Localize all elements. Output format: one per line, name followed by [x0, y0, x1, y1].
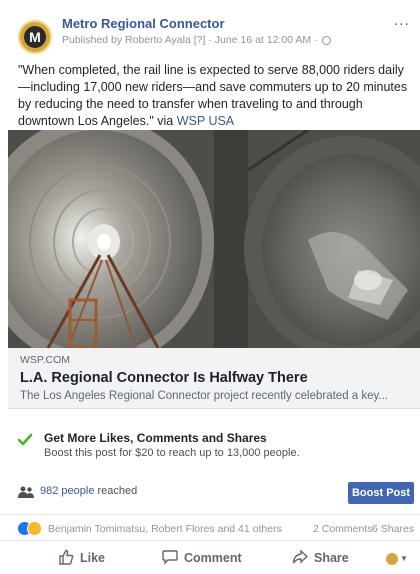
comment-label: Comment: [184, 551, 242, 565]
author-link[interactable]: Roberto Ayala: [125, 34, 191, 46]
comment-button[interactable]: Comment: [162, 549, 242, 565]
reaction-names[interactable]: Benjamin Tomimatsu, Robert Flores and 41…: [48, 523, 282, 535]
link-title[interactable]: L.A. Regional Connector Is Halfway There: [20, 370, 308, 386]
page-avatar[interactable]: M: [18, 20, 52, 54]
chevron-down-icon: ▼: [400, 554, 408, 564]
reach-row: 982 people reached Boost Post: [0, 478, 420, 508]
reach-suffix: reached: [97, 485, 138, 497]
boost-tip: Get More Likes, Comments and Shares Boos…: [0, 425, 420, 465]
shares-count[interactable]: 6 Shares: [372, 523, 414, 535]
like-button[interactable]: Like: [58, 549, 105, 565]
thumbs-up-icon: [59, 549, 74, 565]
share-button[interactable]: Share: [292, 549, 349, 565]
reach-count-link[interactable]: 982 people: [40, 485, 94, 497]
more-options-icon[interactable]: ...: [394, 12, 410, 30]
help-marker[interactable]: [?]: [194, 34, 206, 46]
tunnel-image: [8, 130, 420, 348]
comment-icon: [162, 550, 178, 565]
post-image[interactable]: [8, 130, 420, 348]
actions-row: Like Comment Share ▼: [0, 540, 420, 574]
page-avatar-small-icon: [386, 552, 398, 565]
metro-logo-icon: M: [24, 26, 46, 48]
checkmark-icon: [18, 433, 32, 446]
reactions-row: Benjamin Tomimatsu, Robert Flores and 41…: [0, 514, 420, 539]
link-description: The Los Angeles Regional Connector proje…: [20, 390, 388, 402]
boost-tip-subtitle: Boost this post for $20 to reach up to 1…: [44, 447, 300, 459]
link-domain: WSP.COM: [20, 354, 70, 366]
boost-post-button[interactable]: Boost Post: [348, 482, 414, 504]
audience-selector[interactable]: ▼: [386, 550, 408, 568]
page-name-link[interactable]: Metro Regional Connector: [62, 16, 225, 31]
share-arrow-icon: [292, 549, 309, 564]
post-meta: Published by Roberto Ayala [?] · June 16…: [62, 34, 332, 46]
published-by-label: Published by: [62, 34, 123, 46]
globe-icon: [322, 36, 332, 45]
wow-reaction-icon[interactable]: [28, 522, 41, 535]
post-timestamp[interactable]: June 16 at 12:00 AM: [215, 34, 311, 46]
reach-text: 982 people reached: [40, 485, 137, 497]
people-icon: [18, 486, 34, 498]
boost-tip-title: Get More Likes, Comments and Shares: [44, 431, 267, 445]
post-text: "When completed, the rail line is expect…: [18, 62, 413, 130]
post-header: M Metro Regional Connector Published by …: [0, 0, 420, 56]
comments-count[interactable]: 2 Comments: [313, 523, 373, 535]
post-source-link[interactable]: WSP USA: [177, 114, 234, 128]
link-preview-card[interactable]: WSP.COM L.A. Regional Connector Is Halfw…: [8, 348, 420, 409]
share-label: Share: [314, 551, 349, 565]
like-label: Like: [80, 551, 106, 565]
